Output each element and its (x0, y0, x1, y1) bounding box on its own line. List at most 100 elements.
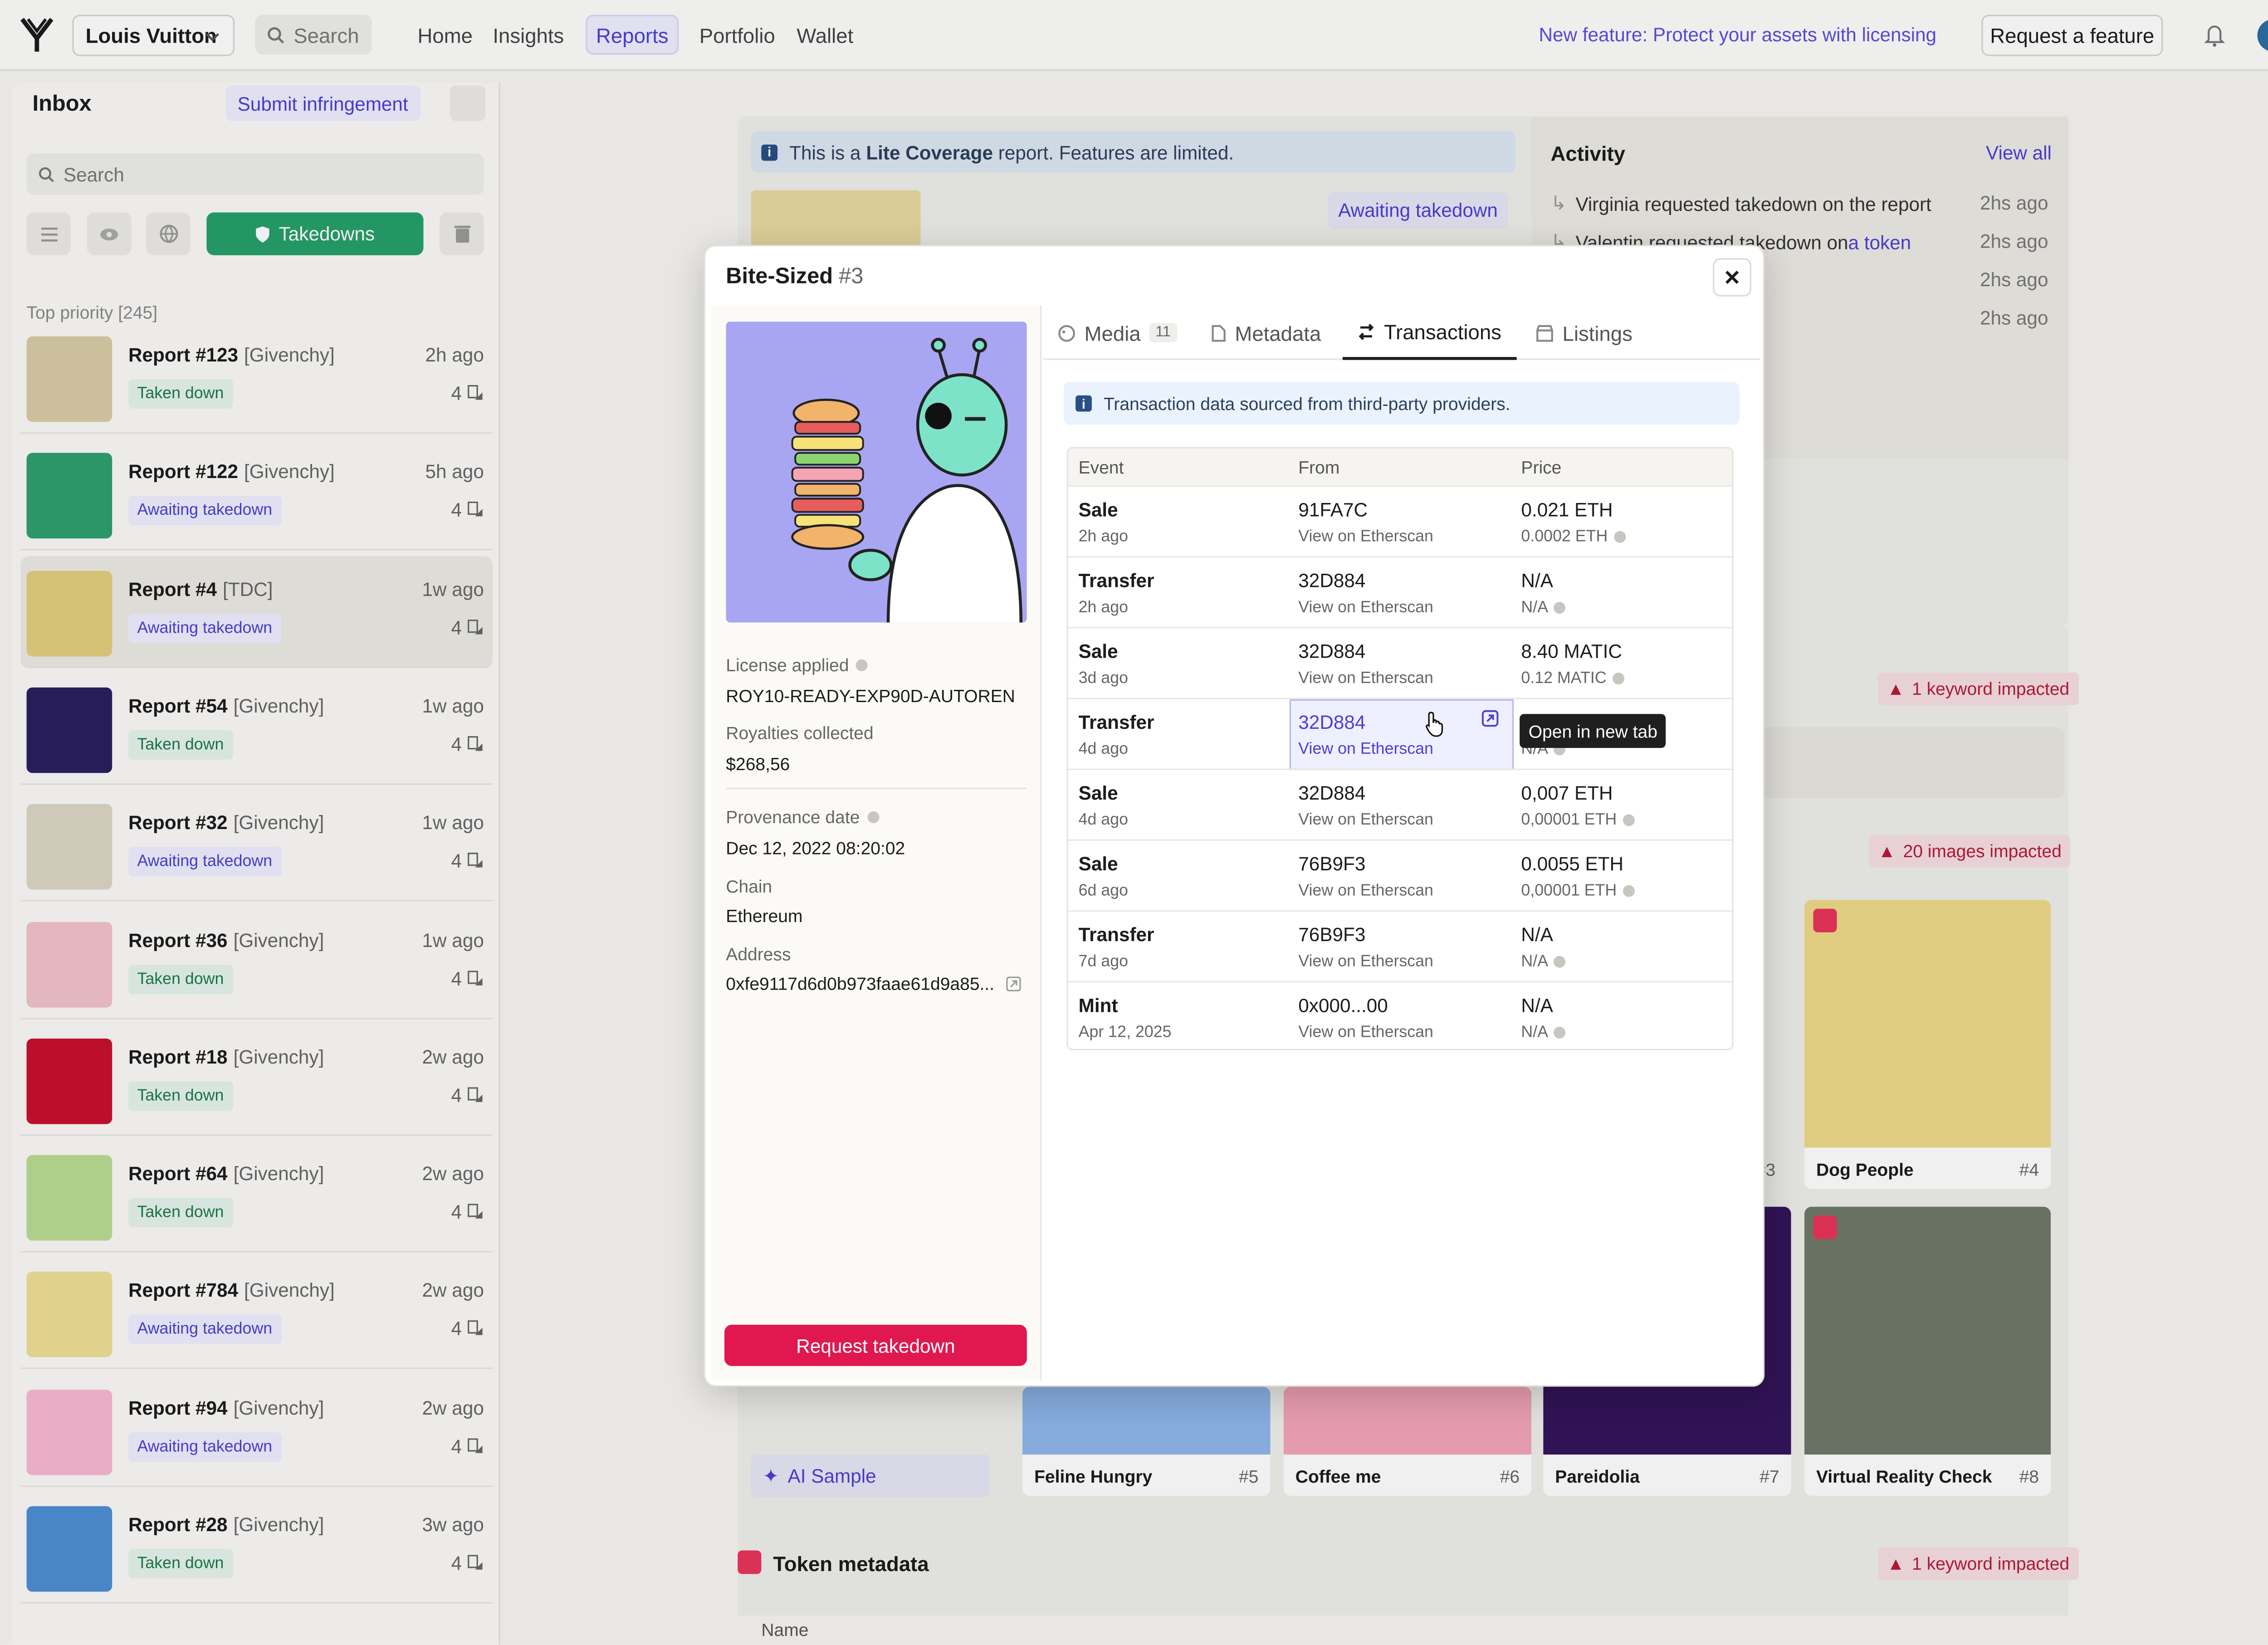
copy-icon[interactable] (1006, 976, 1021, 991)
price-sub: 0,00001 ETH (1521, 882, 1635, 900)
table-row: Transfer 7d ago 76B9F3 View on Etherscan N/A… (1068, 910, 1732, 981)
col-from: From (1298, 457, 1340, 478)
info-icon: i (1075, 395, 1092, 412)
document-icon (1212, 324, 1226, 341)
event-time: 2h ago (1078, 528, 1129, 546)
store-icon (1536, 324, 1553, 341)
app-root: Louis Vuitton Search Home Insights Repor… (0, 0, 2268, 1645)
etherscan-link[interactable]: View on Etherscan (1298, 1024, 1433, 1041)
tab-listings[interactable]: Listings (1536, 305, 1633, 360)
info-icon[interactable] (1554, 1026, 1566, 1039)
price-sub: 0.0002 ETH (1521, 528, 1626, 546)
etherscan-link[interactable]: View on Etherscan (1298, 953, 1433, 971)
from-address[interactable]: 32D884 (1298, 640, 1365, 663)
info-icon[interactable] (1623, 885, 1635, 897)
chain-label: Chain (726, 876, 772, 897)
price-value: N/A (1521, 994, 1553, 1017)
request-takedown-button[interactable]: Request takedown (724, 1324, 1027, 1366)
from-address[interactable]: 76B9F3 (1298, 923, 1365, 946)
info-icon[interactable] (856, 659, 868, 671)
from-address[interactable]: 0x000...00 (1298, 994, 1388, 1016)
table-row: Transfer 2h ago 32D884 View on Etherscan N/A… (1068, 556, 1732, 627)
event-type: Transfer (1078, 569, 1154, 592)
media-count: 11 (1149, 323, 1177, 342)
event-type: Transfer (1078, 923, 1154, 946)
address-value: 0xfe9117d6d0b973faae61d9a85... (726, 973, 995, 995)
price-value: 0.0055 ETH (1521, 853, 1624, 875)
external-link-icon[interactable] (1481, 710, 1499, 727)
event-type: Mint (1078, 994, 1118, 1017)
event-time: 2h ago (1078, 599, 1129, 617)
pointer-cursor-icon (1426, 712, 1443, 737)
transactions-info-notice: i Transaction data sourced from third-pa… (1064, 382, 1740, 425)
close-button[interactable]: ✕ (1713, 258, 1751, 297)
etherscan-link[interactable]: View on Etherscan (1298, 528, 1433, 546)
license-label: License applied (726, 655, 868, 676)
transactions-icon (1359, 323, 1374, 340)
from-address[interactable]: 32D884 (1298, 711, 1365, 733)
tab-media[interactable]: Media 11 (1058, 305, 1177, 360)
modal-title: Bite-Sized #3 (726, 264, 864, 289)
etherscan-link[interactable]: View on Etherscan (1298, 741, 1433, 758)
price-sub: 0,00001 ETH (1521, 811, 1635, 829)
table-row: Sale 6d ago 76B9F3 View on Etherscan 0.0055 … (1068, 839, 1732, 910)
info-icon[interactable] (1554, 602, 1566, 614)
info-text: Transaction data sourced from third-part… (1103, 393, 1510, 414)
price-value: 0.021 ETH (1521, 498, 1613, 521)
from-address[interactable]: 91FA7C (1298, 498, 1368, 521)
from-cell-hover[interactable] (1289, 699, 1514, 770)
table-row: Mint Apr 12, 2025 0x000...00 View on Ethers… (1068, 981, 1732, 1049)
etherscan-link[interactable]: View on Etherscan (1298, 882, 1433, 900)
transactions-table: Event From Price Sale 2h ago 91FA7C View on… (1066, 447, 1734, 1050)
event-time: 6d ago (1078, 882, 1129, 900)
royalties-value: $268,56 (726, 754, 790, 775)
token-detail-modal: Bite-Sized #3 ✕ License applied ROY10-RE… (704, 244, 1765, 1387)
table-row: Sale 4d ago 32D884 View on Etherscan 0,007 E… (1068, 768, 1732, 840)
price-value: N/A (1521, 923, 1553, 946)
from-address[interactable]: 32D884 (1298, 782, 1365, 804)
event-type: Sale (1078, 498, 1118, 521)
etherscan-link[interactable]: View on Etherscan (1298, 670, 1433, 688)
open-new-tab-tooltip: Open in new tab (1520, 714, 1667, 748)
token-info-panel: License applied ROY10-READY-EXP90D-AUTOR… (711, 305, 1042, 1381)
event-time: 3d ago (1078, 669, 1129, 688)
event-type: Sale (1078, 781, 1118, 804)
col-price: Price (1521, 457, 1562, 478)
info-icon[interactable] (1623, 814, 1635, 826)
modal-tabs: Media 11 Metadata Transactions Listings (1043, 305, 1760, 360)
from-address[interactable]: 32D884 (1298, 570, 1365, 592)
info-icon[interactable] (1613, 531, 1626, 543)
tab-transactions[interactable]: Transactions (1342, 305, 1516, 360)
event-type: Transfer (1078, 711, 1154, 733)
price-value: 8.40 MATIC (1521, 640, 1622, 663)
event-time: 7d ago (1078, 953, 1129, 971)
etherscan-link[interactable]: View on Etherscan (1298, 811, 1433, 829)
price-sub: 0.12 MATIC (1521, 670, 1624, 688)
event-time: Apr 12, 2025 (1078, 1024, 1172, 1042)
etherscan-link[interactable]: View on Etherscan (1298, 599, 1433, 617)
info-icon[interactable] (867, 811, 879, 823)
chain-value: Ethereum (726, 906, 803, 927)
col-event: Event (1078, 457, 1124, 478)
royalties-label: Royalties collected (726, 722, 874, 744)
address-label: Address (726, 944, 791, 965)
tab-metadata[interactable]: Metadata (1211, 305, 1321, 360)
address-row: 0xfe9117d6d0b973faae61d9a85... (726, 973, 1021, 995)
table-row: Sale 2h ago 91FA7C View on Etherscan 0.021 E… (1068, 485, 1732, 556)
close-icon: ✕ (1723, 264, 1741, 288)
price-sub: N/A (1521, 953, 1566, 971)
provenance-label: Provenance date (726, 807, 879, 828)
divider (726, 787, 1027, 790)
event-type: Sale (1078, 853, 1118, 875)
price-value: 0,007 ETH (1521, 781, 1613, 804)
info-icon[interactable] (1554, 956, 1566, 968)
table-header: Event From Price (1068, 448, 1732, 486)
nft-image (726, 322, 1027, 623)
event-time: 4d ago (1078, 740, 1129, 758)
table-row: Sale 3d ago 32D884 View on Etherscan 8.40 MA… (1068, 627, 1732, 698)
from-address[interactable]: 76B9F3 (1298, 853, 1365, 875)
info-icon[interactable] (1612, 673, 1624, 685)
price-sub: N/A (1521, 1024, 1566, 1041)
price-value: N/A (1521, 569, 1553, 592)
price-sub: N/A (1521, 599, 1566, 617)
